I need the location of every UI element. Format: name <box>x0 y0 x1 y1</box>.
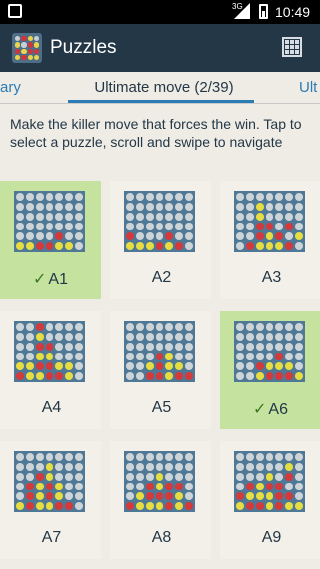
battery-icon <box>259 4 268 19</box>
network-type: 3G <box>232 2 243 11</box>
clock: 10:49 <box>275 4 311 20</box>
puzzle-label: A2 <box>110 269 211 287</box>
puzzle-name: A3 <box>261 269 282 286</box>
puzzle-label: A3 <box>220 269 320 287</box>
puzzle-board <box>124 451 195 512</box>
puzzle-label: A5 <box>110 399 211 417</box>
puzzle-label: A8 <box>110 529 211 547</box>
puzzle-cell[interactable]: A7 <box>0 441 101 559</box>
puzzle-board <box>14 321 85 382</box>
tab-next[interactable]: Ult <box>299 79 317 96</box>
notification-icon <box>8 4 22 18</box>
puzzle-name: A1 <box>48 271 68 288</box>
puzzle-name: A5 <box>151 399 172 416</box>
puzzle-cell[interactable]: A5 <box>110 311 211 429</box>
puzzle-label: ✓ A1 <box>0 269 101 289</box>
puzzle-cell[interactable]: ✓ A1 <box>0 181 101 299</box>
status-bar: 3G 10:49 <box>0 0 320 24</box>
puzzle-label: A7 <box>0 529 101 547</box>
puzzle-name: A8 <box>151 529 172 546</box>
app-title: Puzzles <box>50 37 117 58</box>
tab-indicator <box>68 100 254 103</box>
puzzle-board <box>14 451 85 512</box>
puzzle-name: A9 <box>261 529 282 546</box>
puzzle-cell[interactable]: A9 <box>220 441 320 559</box>
app-logo-icon <box>12 33 42 63</box>
puzzle-board <box>124 321 195 382</box>
puzzle-label: A4 <box>0 399 101 417</box>
app-bar: Puzzles <box>0 24 320 72</box>
puzzle-label: ✓ A6 <box>220 399 320 419</box>
puzzle-board <box>124 191 195 252</box>
tab-previous[interactable]: ary <box>0 79 21 96</box>
tab-ultimate-move[interactable]: Ultimate move (2/39) <box>78 79 250 96</box>
check-icon: ✓ <box>33 271 47 288</box>
puzzle-name: A4 <box>41 399 62 416</box>
puzzle-cell[interactable]: ✓ A6 <box>220 311 320 429</box>
puzzle-board <box>234 321 305 382</box>
instructions-text: Make the killer move that forces the win… <box>10 116 302 150</box>
puzzle-name: A6 <box>268 401 288 418</box>
puzzle-name: A7 <box>41 529 62 546</box>
check-icon: ✓ <box>253 401 267 418</box>
puzzle-board <box>14 191 85 252</box>
puzzle-cell[interactable]: A2 <box>110 181 211 299</box>
puzzle-label: A9 <box>220 529 320 547</box>
puzzle-board <box>234 191 305 252</box>
puzzle-board <box>234 451 305 512</box>
puzzle-cell[interactable]: A3 <box>220 181 320 299</box>
grid-view-icon[interactable] <box>282 37 302 57</box>
puzzle-cell[interactable]: A8 <box>110 441 211 559</box>
puzzle-cell[interactable]: A4 <box>0 311 101 429</box>
puzzle-name: A2 <box>151 269 172 286</box>
tab-strip: ary Ultimate move (2/39) Ult <box>0 72 320 104</box>
